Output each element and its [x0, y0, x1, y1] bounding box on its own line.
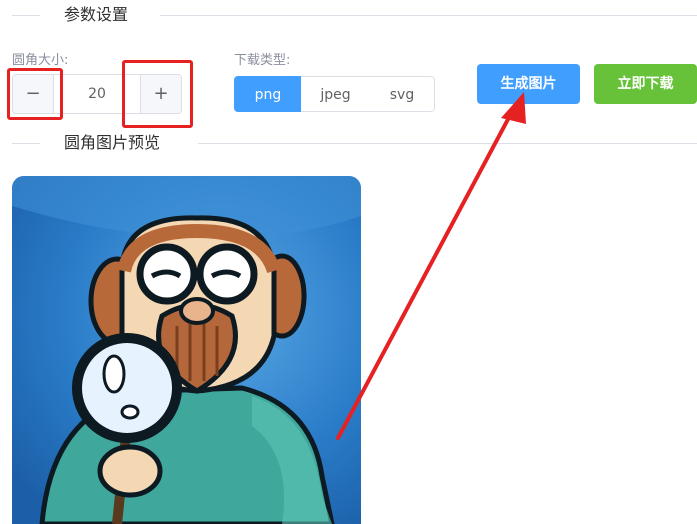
annotation-box-increase: [122, 60, 193, 128]
preview-title: 圆角图片预览: [64, 133, 161, 152]
annotation-box-decrease: [7, 68, 63, 120]
download-type-label: 下载类型:: [234, 53, 291, 68]
download-now-button[interactable]: 立即下载: [594, 64, 697, 104]
preview-illustration: [12, 176, 361, 524]
type-option-jpeg[interactable]: jpeg: [301, 76, 371, 112]
preview-image: [12, 176, 361, 524]
generate-image-button[interactable]: 生成图片: [477, 64, 580, 104]
settings-divider: 参数设置: [0, 5, 697, 25]
radius-label: 圆角大小:: [12, 53, 69, 68]
type-option-svg[interactable]: svg: [370, 76, 435, 112]
preview-divider: 圆角图片预览: [0, 133, 697, 153]
type-option-png[interactable]: png: [234, 76, 302, 112]
settings-title: 参数设置: [64, 5, 129, 24]
